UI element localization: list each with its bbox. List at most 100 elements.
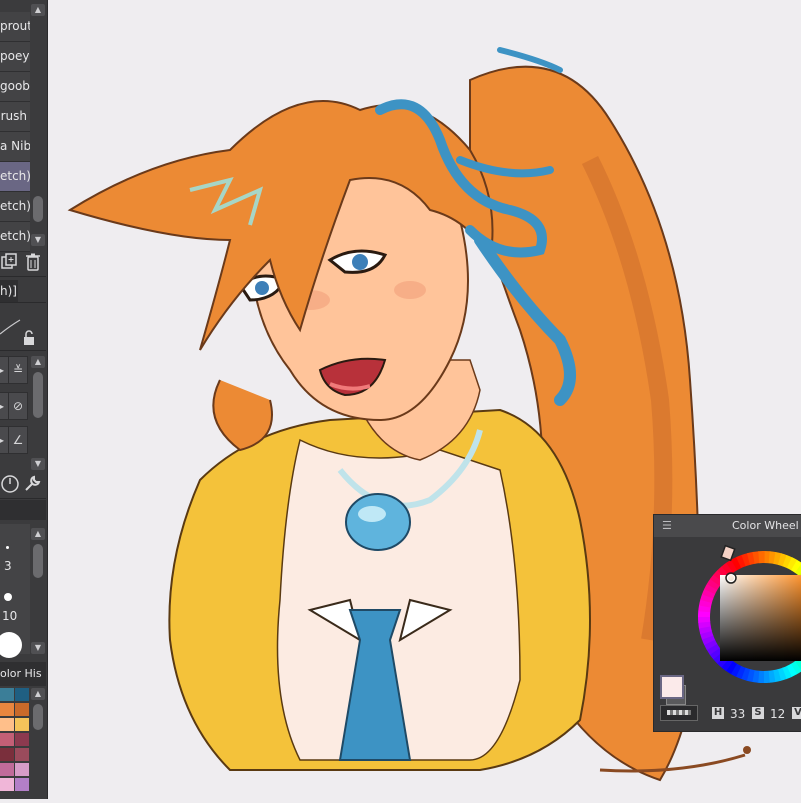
color-history-swatch[interactable] [15,748,29,761]
hue-ring-segment[interactable] [789,669,794,672]
hue-ring-segment[interactable] [784,671,789,673]
hue-ring-segment[interactable] [704,622,705,628]
hue-ring-segment[interactable] [704,606,705,612]
hue-ring-segment[interactable] [730,565,735,568]
color-history-swatch[interactable] [0,733,14,746]
hue-ring-segment[interactable] [774,558,780,559]
hue-ring-segment[interactable] [794,565,799,568]
hue-ring-segment[interactable] [743,673,749,675]
hue-ring-segment[interactable] [793,666,798,669]
color-history-swatch[interactable] [0,778,14,791]
hue-ring-segment[interactable] [789,563,794,566]
hue-ring-segment[interactable] [708,591,710,596]
s-label: S [752,707,764,719]
brush-item-label: etch) [0,162,30,191]
color-history-swatch[interactable] [0,763,14,776]
hue-ring-segment[interactable] [733,669,738,672]
color-history-tab[interactable]: olor His [0,662,46,686]
color-history-swatch[interactable] [15,718,29,731]
hamburger-icon[interactable]: ☰ [662,519,672,532]
hue-ring-segment[interactable] [748,558,754,559]
hue-ring-segment[interactable] [715,651,719,656]
brush-size-dot-large[interactable] [0,632,22,658]
hue-ring-segment[interactable] [729,666,734,669]
brush-size-scrollbar[interactable] [33,544,43,578]
hue-ring-segment[interactable] [769,676,775,677]
hue-ring-segment[interactable] [779,673,785,675]
hue-ring-segment[interactable] [710,586,713,591]
brush-item-sketch-selected[interactable]: etch) [0,162,30,192]
brush-item-sprout[interactable]: prout [0,12,30,42]
color-wheel-title: Color Wheel [732,519,799,532]
duplicate-brush-icon[interactable] [0,252,18,276]
hue-ring-segment[interactable] [712,582,715,587]
brush-item-spoey[interactable]: poey [0,42,30,72]
hue-ring-segment[interactable] [706,596,708,602]
hue-ring-segment[interactable] [706,632,708,638]
hue-ring-segment[interactable] [722,571,726,575]
color-history-swatch[interactable] [0,718,14,731]
trash-icon[interactable] [24,252,42,276]
hue-ring-segment[interactable] [734,562,739,565]
color-history-swatch[interactable] [15,763,29,776]
hue-ring-segment[interactable] [754,557,760,558]
scroll-up-arrow[interactable]: ▲ [31,688,45,700]
brush-item-label: prout [0,12,30,41]
scroll-up-arrow[interactable]: ▲ [31,528,45,540]
color-history-scrollbar[interactable] [33,704,43,730]
s-value[interactable]: 12 [770,707,785,721]
hue-ring-segment[interactable] [780,559,786,561]
wrench-icon[interactable] [22,474,42,498]
hue-ring-segment[interactable] [705,627,706,633]
hue-cursor[interactable] [721,546,735,561]
brush-item-brush[interactable]: rush [0,102,30,132]
h-value[interactable]: 33 [730,707,745,721]
color-wheel-header[interactable]: ☰ Color Wheel [654,515,801,537]
scroll-up-arrow[interactable]: ▲ [31,4,45,16]
angle-icon[interactable]: ∠ [8,426,28,454]
tool-options-scrollbar[interactable] [33,372,43,418]
hue-ring-segment[interactable] [715,578,719,583]
brush-list-scrollbar[interactable] [33,196,43,222]
color-history-swatch[interactable] [15,688,29,701]
hue-ring-segment[interactable] [709,642,712,647]
brush-item-nib[interactable]: a Nib [0,132,30,162]
v-label: V [792,707,801,719]
brush-size-dot-medium[interactable] [4,593,12,601]
hue-ring-segment[interactable] [707,637,709,642]
main-color-swatch[interactable] [660,675,684,699]
scroll-down-arrow[interactable]: ▼ [31,234,45,246]
brush-item-label: a Nib [0,132,30,161]
chevron-down-double-icon[interactable]: ≚ [8,356,28,384]
scroll-down-arrow[interactable]: ▼ [31,458,45,470]
hue-ring-segment[interactable] [785,561,790,563]
hue-ring-segment[interactable] [725,568,730,572]
brush-item-sketch[interactable]: etch) [0,192,30,222]
hue-ring-segment[interactable] [743,559,749,561]
color-history-swatch[interactable] [15,733,29,746]
color-history-swatch[interactable] [15,703,29,716]
hue-ring-segment[interactable] [739,560,744,562]
color-history-swatch[interactable] [15,778,29,791]
square-slash-icon[interactable]: ⊘ [8,392,28,420]
hue-ring-segment[interactable] [738,671,743,673]
brush-item-sketch[interactable]: etch) [0,222,30,252]
hue-ring-segment[interactable] [712,646,715,651]
hue-ring-segment[interactable] [725,663,730,667]
transparency-toggle[interactable] [660,705,698,721]
brush-item-goob[interactable]: goob [0,72,30,102]
hue-ring-segment[interactable] [769,557,775,558]
dial-icon[interactable] [0,474,20,498]
hue-ring-segment[interactable] [748,675,754,676]
hue-ring-segment[interactable] [705,601,706,607]
color-history-swatch[interactable] [0,703,14,716]
lock-icon[interactable] [20,330,38,350]
brush-size-dot-small[interactable] [6,546,9,549]
color-history-swatch[interactable] [0,748,14,761]
hue-ring-segment[interactable] [753,676,759,677]
color-history-swatch[interactable] [0,688,14,701]
scroll-down-arrow[interactable]: ▼ [31,642,45,654]
sub-tool-tab[interactable]: h)] [0,280,18,302]
hue-ring-segment[interactable] [774,675,780,676]
scroll-up-arrow[interactable]: ▲ [31,356,45,368]
